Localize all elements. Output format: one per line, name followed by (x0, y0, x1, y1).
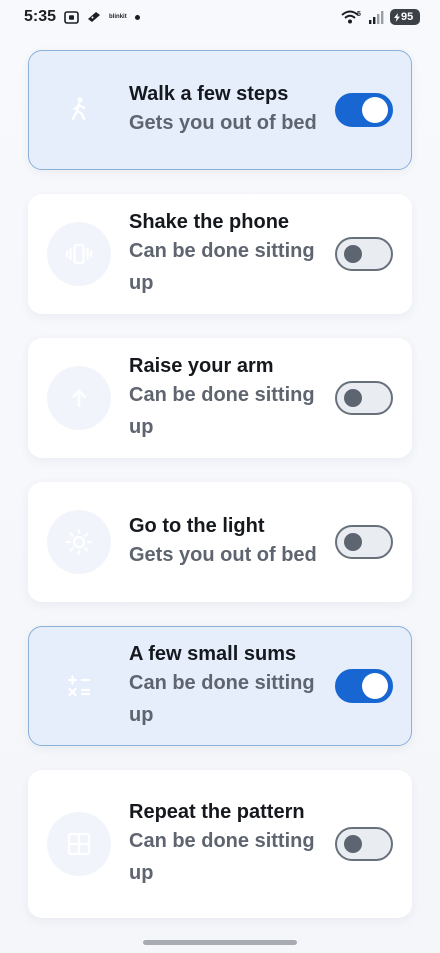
task-text: Shake the phone Can be done sitting up (129, 209, 319, 299)
toggle-knob (362, 673, 388, 699)
task-card-pattern[interactable]: Repeat the pattern Can be done sitting u… (28, 770, 412, 918)
task-card-raise-arm[interactable]: Raise your arm Can be done sitting up (28, 338, 412, 458)
task-title: Shake the phone (129, 211, 290, 233)
task-card-walk[interactable]: Walk a few steps Gets you out of bed (28, 50, 412, 170)
wifi-icon: 5 (340, 9, 362, 25)
task-subtitle: Can be done sitting up (129, 830, 315, 884)
walk-icon (71, 97, 86, 121)
task-icon-container (47, 812, 111, 876)
task-subtitle: Can be done sitting up (129, 240, 315, 294)
task-subtitle: Can be done sitting up (129, 384, 315, 438)
task-title: Raise your arm (129, 355, 274, 377)
task-card-shake[interactable]: Shake the phone Can be done sitting up (28, 194, 412, 314)
task-toggle-pattern[interactable] (335, 827, 393, 861)
task-icon-container (47, 366, 111, 430)
delivery-icon (87, 11, 101, 23)
toggle-knob (344, 835, 362, 853)
toggle-knob (344, 389, 362, 407)
notification-dot (134, 14, 140, 20)
status-bar: 5:35 blinkit 5 95 (0, 0, 440, 34)
task-title: A few small sums (129, 643, 297, 665)
task-text: Raise your arm Can be done sitting up (129, 353, 319, 443)
task-icon-container (47, 510, 111, 574)
task-toggle-raise-arm[interactable] (335, 381, 393, 415)
grid-icon (67, 832, 91, 856)
status-right: 5 95 (340, 9, 420, 25)
vibrate-icon (65, 243, 93, 265)
toggle-knob (344, 533, 362, 551)
task-toggle-sums[interactable] (335, 669, 393, 703)
toggle-knob (344, 245, 362, 263)
app-label: blinkit (109, 14, 127, 20)
screenshot-icon (64, 10, 79, 24)
task-subtitle: Can be done sitting up (129, 672, 315, 726)
calculator-icon (67, 675, 91, 697)
task-title: Walk a few steps (129, 83, 289, 105)
task-toggle-shake[interactable] (335, 237, 393, 271)
toggle-knob (362, 97, 388, 123)
task-text: A few small sums Can be done sitting up (129, 641, 319, 731)
task-card-light[interactable]: Go to the light Gets you out of bed (28, 482, 412, 602)
task-text: Walk a few steps Gets you out of bed (129, 81, 319, 139)
sun-icon (65, 528, 93, 556)
task-title: Go to the light (129, 515, 265, 537)
task-toggle-light[interactable] (335, 525, 393, 559)
task-icon-container (47, 222, 111, 286)
screen: 5:35 blinkit 5 95 Walk a few steps Gets … (0, 0, 440, 953)
signal-icon (368, 10, 384, 24)
task-title: Repeat the pattern (129, 801, 305, 823)
task-list: Walk a few steps Gets you out of bed Sha… (28, 50, 412, 942)
task-icon-container (47, 654, 111, 718)
task-text: Go to the light Gets you out of bed (129, 513, 319, 571)
task-text: Repeat the pattern Can be done sitting u… (129, 799, 319, 889)
battery-icon: 95 (390, 9, 420, 25)
status-left: 5:35 blinkit (24, 8, 140, 26)
task-subtitle: Gets you out of bed (129, 112, 317, 134)
task-card-sums[interactable]: A few small sums Can be done sitting up (28, 626, 412, 746)
network-label: 5 (357, 11, 361, 18)
task-toggle-walk[interactable] (335, 93, 393, 127)
status-time: 5:35 (24, 8, 57, 25)
task-icon-container (47, 78, 111, 142)
home-indicator[interactable] (143, 940, 297, 945)
task-subtitle: Gets you out of bed (129, 544, 317, 566)
battery-level: 95 (401, 11, 414, 23)
arrow-up-icon (72, 389, 86, 408)
